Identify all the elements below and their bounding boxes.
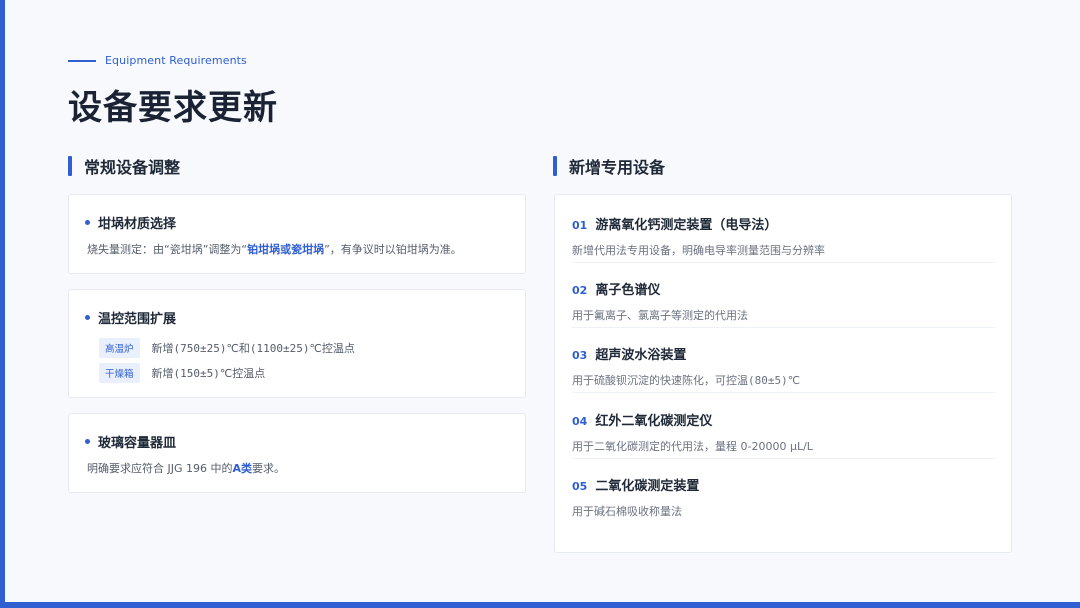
equipment-name: 红外二氧化碳测定仪 — [595, 414, 713, 429]
card-title: 坩埚材质选择 — [85, 213, 176, 232]
equipment-number: 03 — [572, 349, 588, 362]
temp-value: (750±25) — [173, 341, 227, 355]
equipment-item: 05 二氧化碳测定装置 用于碱石棉吸收称量法 — [572, 475, 996, 518]
equipment-item: 01 游离氧化钙测定装置（电导法） 新增代用法专用设备，明确电导率测量范围与分辨… — [572, 214, 996, 263]
card-temperature-range: 温控范围扩展 高温炉 新增 (750±25) ℃和 (1100±25) ℃控温点 干燥箱… — [68, 289, 526, 398]
card-body-text: ”，有争议时以铂坩埚为准。 — [324, 243, 462, 256]
equipment-desc: 用于硫酸钡沉淀的快速陈化，可控温(80±5)℃ — [572, 372, 996, 388]
section-heading-text: 新增专用设备 — [569, 158, 666, 177]
eyebrow-line — [68, 59, 96, 62]
bullet-dot-icon — [85, 315, 90, 320]
equipment-name: 离子色谱仪 — [595, 283, 661, 298]
equipment-number: 05 — [572, 480, 588, 493]
equipment-desc-value: (80±5) — [748, 374, 788, 387]
bottom-accent-bar — [0, 602, 1080, 608]
section-heading-regular: 常规设备调整 — [68, 154, 180, 178]
bullet-dot-icon — [85, 220, 90, 225]
equipment-title: 05 二氧化碳测定装置 — [572, 475, 996, 494]
eyebrow-text: Equipment Requirements — [105, 54, 247, 67]
equipment-title: 04 红外二氧化碳测定仪 — [572, 410, 996, 429]
card-body-highlight: A类 — [232, 462, 253, 475]
temp-text: 新增 — [151, 342, 174, 355]
equipment-item: 04 红外二氧化碳测定仪 用于二氧化碳测定的代用法，量程 0-20000 μL/… — [572, 410, 996, 459]
card-crucible-material: 坩埚材质选择 烧失量测定：由“瓷坩埚”调整为“铂坩埚或瓷坩埚”，有争议时以铂坩埚… — [68, 194, 526, 274]
temp-row-oven: 干燥箱 新增 (150±5) ℃控温点 — [99, 363, 265, 383]
card-glassware: 玻璃容量器皿 明确要求应符合 JJG 196 中的A类要求。 — [68, 413, 526, 493]
bullet-dot-icon — [85, 439, 90, 444]
section-bar — [68, 156, 72, 176]
equipment-number: 01 — [572, 219, 588, 232]
equipment-name: 二氧化碳测定装置 — [595, 479, 700, 494]
temp-value: (150±5) — [173, 366, 220, 380]
card-title: 温控范围扩展 — [85, 308, 176, 327]
temp-text: ℃控温点 — [309, 342, 355, 355]
temp-text: ℃控温点 — [219, 367, 266, 380]
card-title-text: 温控范围扩展 — [98, 312, 177, 327]
section-bar — [553, 156, 557, 176]
temp-text: ℃和 — [226, 342, 250, 355]
equipment-item: 02 离子色谱仪 用于氟离子、氯离子等测定的代用法 — [572, 279, 996, 328]
equipment-desc: 用于氟离子、氯离子等测定的代用法 — [572, 309, 748, 322]
equipment-name: 游离氧化钙测定装置（电导法） — [595, 218, 778, 233]
equipment-desc: 用于碱石棉吸收称量法 — [572, 505, 682, 518]
equipment-title: 03 超声波水浴装置 — [572, 344, 996, 363]
card-body-text: 明确要求应符合 JJG 196 中的 — [87, 462, 233, 475]
card-body: 烧失量测定：由“瓷坩埚”调整为“铂坩埚或瓷坩埚”，有争议时以铂坩埚为准。 — [87, 241, 462, 257]
equipment-desc: 用于二氧化碳测定的代用法，量程 0-20000 μL/L — [572, 440, 813, 453]
card-body: 明确要求应符合 JJG 196 中的A类要求。 — [87, 460, 285, 476]
equipment-name: 超声波水浴装置 — [595, 348, 687, 363]
equipment-number: 04 — [572, 415, 588, 428]
equipment-item: 03 超声波水浴装置 用于硫酸钡沉淀的快速陈化，可控温(80±5)℃ — [572, 344, 996, 393]
card-title-text: 坩埚材质选择 — [98, 217, 177, 232]
equipment-title: 02 离子色谱仪 — [572, 279, 996, 298]
card-body-highlight: 铂坩埚或瓷坩埚 — [247, 243, 325, 256]
left-accent-bar — [0, 0, 5, 608]
temp-text: 新增 — [151, 367, 174, 380]
card-body-text: 烧失量测定：由“瓷坩埚”调整为“ — [87, 243, 248, 256]
section-heading-text: 常规设备调整 — [84, 158, 181, 177]
equipment-number: 02 — [572, 284, 588, 297]
card-body-text: 要求。 — [252, 462, 286, 475]
new-equipment-panel: 01 游离氧化钙测定装置（电导法） 新增代用法专用设备，明确电导率测量范围与分辨… — [554, 194, 1012, 553]
page-title: 设备要求更新 — [68, 88, 278, 128]
card-title: 玻璃容量器皿 — [85, 432, 176, 451]
equipment-tag: 干燥箱 — [99, 363, 140, 383]
equipment-desc-text: 用于硫酸钡沉淀的快速陈化，可控温 — [572, 374, 748, 387]
temp-value: (1100±25) — [249, 341, 310, 355]
equipment-tag: 高温炉 — [99, 338, 140, 358]
section-heading-new: 新增专用设备 — [553, 154, 665, 178]
equipment-title: 01 游离氧化钙测定装置（电导法） — [572, 214, 996, 233]
equipment-desc-text: ℃ — [787, 374, 801, 387]
eyebrow: Equipment Requirements — [68, 54, 247, 67]
temp-row-furnace: 高温炉 新增 (750±25) ℃和 (1100±25) ℃控温点 — [99, 338, 355, 358]
card-title-text: 玻璃容量器皿 — [98, 436, 177, 451]
equipment-desc: 新增代用法专用设备，明确电导率测量范围与分辨率 — [572, 244, 825, 257]
